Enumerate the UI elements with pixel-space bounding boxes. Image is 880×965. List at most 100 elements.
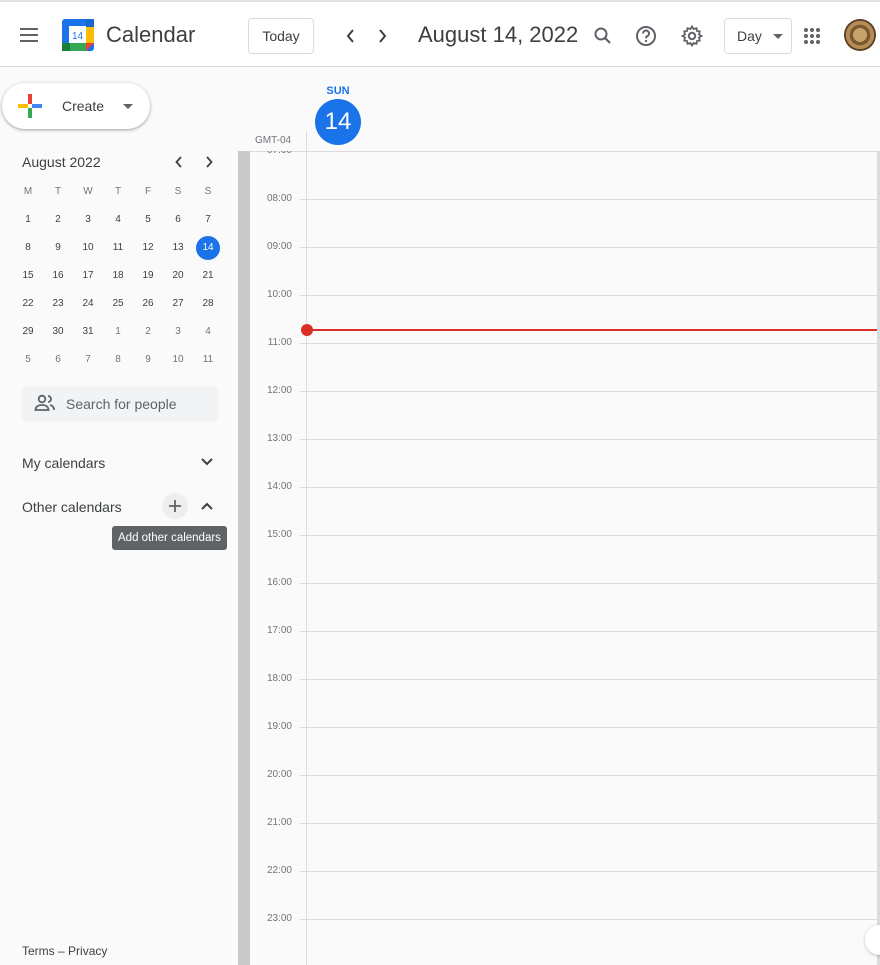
mini-calendar-day[interactable]: 7 — [73, 348, 103, 372]
calendar-app: 14 Calendar Today August 14, 2022 Day Cr… — [0, 0, 880, 965]
mini-calendar-day[interactable]: 10 — [73, 236, 103, 260]
account-avatar[interactable] — [844, 19, 876, 51]
terms-link[interactable]: Terms — [22, 944, 55, 958]
mini-calendar-day[interactable]: 8 — [103, 348, 133, 372]
my-calendars-heading[interactable]: My calendars — [22, 455, 105, 471]
add-other-calendars-button[interactable] — [162, 493, 188, 519]
mini-calendar-day[interactable]: 28 — [193, 292, 223, 316]
mini-calendar-day-number: 28 — [202, 298, 214, 309]
mini-calendar-day[interactable]: 11 — [103, 236, 133, 260]
mini-calendar-day[interactable]: 19 — [133, 264, 163, 288]
mini-calendar-next-button[interactable] — [198, 151, 220, 173]
mini-calendar-day[interactable]: 22 — [13, 292, 43, 316]
hour-gridline — [300, 919, 880, 920]
hour-label: 09:00 — [266, 241, 292, 252]
plus-icon — [169, 500, 181, 512]
mini-calendar-day[interactable]: 8 — [13, 236, 43, 260]
mini-calendar-day[interactable]: 6 — [163, 208, 193, 232]
search-button[interactable] — [583, 16, 623, 56]
footer-separator: – — [58, 944, 65, 958]
chevron-left-icon — [175, 156, 182, 168]
svg-text:14: 14 — [72, 31, 84, 42]
view-switcher-dropdown[interactable]: Day — [724, 18, 792, 54]
mini-calendar-day-number: 6 — [175, 214, 181, 225]
mini-calendar-day[interactable]: 26 — [133, 292, 163, 316]
mini-calendar-day[interactable]: 23 — [43, 292, 73, 316]
next-period-button[interactable] — [362, 16, 402, 56]
hour-gridline — [300, 871, 880, 872]
create-button[interactable]: Create — [2, 83, 150, 129]
mini-calendar-day[interactable]: 15 — [13, 264, 43, 288]
my-calendars-toggle[interactable] — [197, 452, 217, 472]
day-number-button[interactable]: 14 — [315, 99, 361, 145]
mini-calendar-day[interactable]: 4 — [103, 208, 133, 232]
search-people-placeholder: Search for people — [66, 396, 177, 412]
mini-calendar-day[interactable]: 5 — [13, 348, 43, 372]
mini-calendar-prev-button[interactable] — [168, 151, 190, 173]
mini-calendar-day-selected[interactable]: 14 — [193, 236, 223, 260]
mini-calendar-day[interactable]: 25 — [103, 292, 133, 316]
caret-down-icon — [773, 34, 783, 39]
today-button[interactable]: Today — [248, 18, 314, 54]
mini-calendar-day-number: 8 — [25, 242, 31, 253]
mini-calendar-day-number: 1 — [25, 214, 31, 225]
google-apps-button[interactable] — [792, 16, 832, 56]
mini-calendar-day[interactable]: 12 — [133, 236, 163, 260]
mini-calendar-day[interactable]: 27 — [163, 292, 193, 316]
mini-calendar-day[interactable]: 3 — [73, 208, 103, 232]
hour-gridline — [300, 823, 880, 824]
mini-calendar-day[interactable]: 31 — [73, 320, 103, 344]
mini-calendar-day[interactable]: 30 — [43, 320, 73, 344]
search-people-input[interactable]: Search for people — [22, 386, 218, 422]
calendar-logo-icon: 14 — [62, 19, 94, 51]
view-label: Day — [737, 28, 762, 44]
mini-calendar-day[interactable]: 1 — [13, 208, 43, 232]
day-time-grid[interactable] — [250, 151, 880, 965]
other-calendars-toggle[interactable] — [197, 496, 217, 516]
current-date-title: August 14, 2022 — [418, 22, 579, 47]
mini-calendar-day[interactable]: 1 — [103, 320, 133, 344]
mini-calendar-week-row: 15 16 17 18 19 20 21 — [13, 262, 223, 290]
mini-calendar-day[interactable]: 16 — [43, 264, 73, 288]
mini-calendar-day[interactable]: 9 — [133, 348, 163, 372]
caret-down-icon — [123, 104, 133, 109]
mini-calendar-day[interactable]: 29 — [13, 320, 43, 344]
mini-calendar-day-number: 31 — [82, 326, 94, 337]
help-button[interactable] — [626, 16, 666, 56]
mini-calendar-day-number: 9 — [55, 242, 61, 253]
mini-calendar-day[interactable]: 3 — [163, 320, 193, 344]
mini-calendar-day[interactable]: 6 — [43, 348, 73, 372]
mini-calendar-day[interactable]: 2 — [133, 320, 163, 344]
mini-calendar-week-row: 8 9 10 11 12 13 14 — [13, 234, 223, 262]
hour-label: 13:00 — [266, 433, 292, 444]
people-icon — [34, 394, 55, 411]
mini-calendar-day[interactable]: 11 — [193, 348, 223, 372]
mini-calendar-day-number: 23 — [52, 298, 64, 309]
hour-label: 17:00 — [266, 625, 292, 636]
hour-label: 19:00 — [266, 721, 292, 732]
mini-calendar-day[interactable]: 21 — [193, 264, 223, 288]
mini-calendar-day[interactable]: 24 — [73, 292, 103, 316]
mini-calendar-day[interactable]: 17 — [73, 264, 103, 288]
mini-calendar-day[interactable]: 20 — [163, 264, 193, 288]
privacy-link[interactable]: Privacy — [68, 944, 107, 958]
app-title: Calendar — [106, 22, 196, 47]
mini-calendar-day[interactable]: 10 — [163, 348, 193, 372]
hour-gridline — [300, 631, 880, 632]
mini-calendar-week-row: 22 23 24 25 26 27 28 — [13, 290, 223, 318]
mini-calendar-day[interactable]: 5 — [133, 208, 163, 232]
mini-calendar-day[interactable]: 13 — [163, 236, 193, 260]
help-icon — [636, 26, 656, 46]
mini-calendar-day-number: 5 — [25, 354, 31, 365]
mini-calendar-day[interactable]: 4 — [193, 320, 223, 344]
main-menu-button[interactable] — [10, 15, 50, 55]
mini-calendar-day[interactable]: 18 — [103, 264, 133, 288]
mini-calendar-day-number: 16 — [52, 270, 64, 281]
mini-calendar-day[interactable]: 9 — [43, 236, 73, 260]
mini-calendar-day-number: 3 — [85, 214, 91, 225]
mini-calendar-day[interactable]: 7 — [193, 208, 223, 232]
calendar-logo[interactable]: 14 — [62, 19, 94, 51]
settings-button[interactable] — [672, 16, 712, 56]
other-calendars-heading[interactable]: Other calendars — [22, 499, 122, 515]
mini-calendar-day[interactable]: 2 — [43, 208, 73, 232]
